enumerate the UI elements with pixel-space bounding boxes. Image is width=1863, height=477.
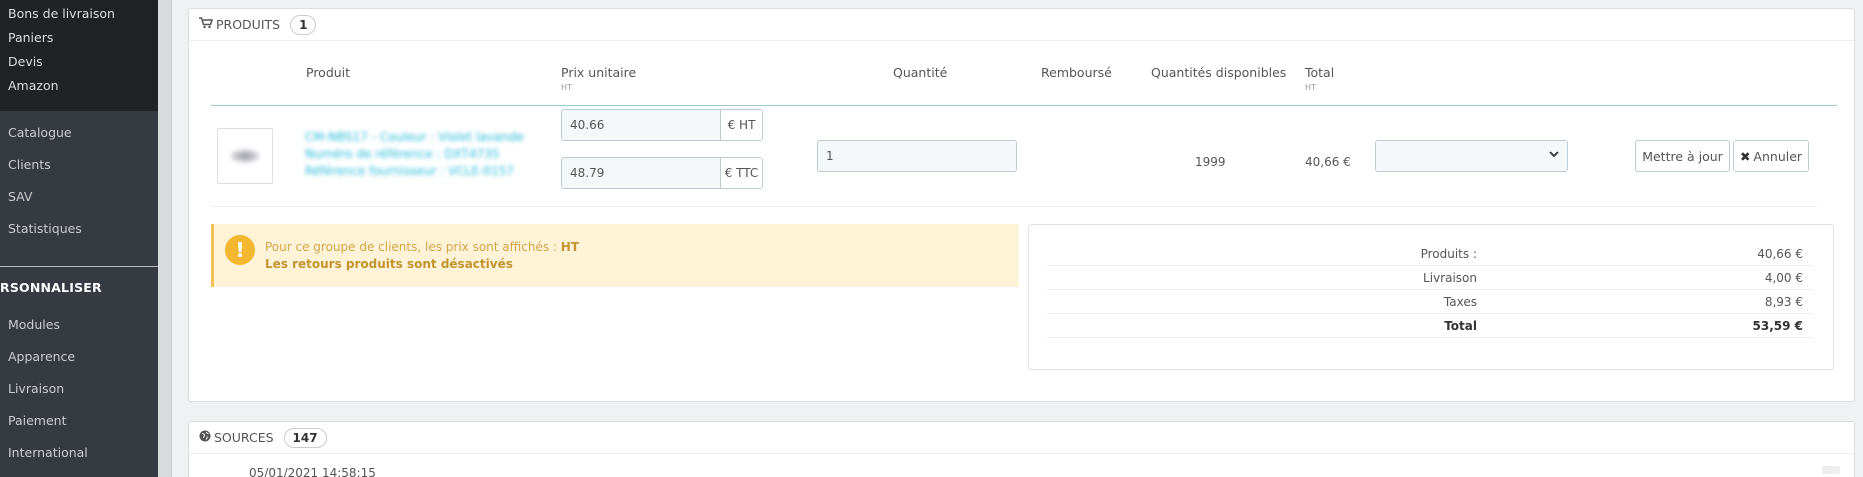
sidebar-orders-submenu: Bons de livraison Paniers Devis Amazon [0, 0, 158, 111]
close-icon: ✖ [1739, 148, 1751, 164]
column-header-total-label: Total [1305, 65, 1335, 80]
column-header-total: Total HT [1305, 65, 1334, 92]
totals-label-taxes: Taxes [1443, 295, 1477, 309]
sidebar-item-statistiques[interactable]: Statistiques [0, 213, 158, 245]
column-header-product: Produit [306, 65, 351, 80]
warning-line-prices-text: Pour ce groupe de clients, les prix sont… [265, 240, 557, 254]
sidebar-item-paiement[interactable]: Paiement [0, 405, 158, 437]
sidebar-item-devis[interactable]: Devis [0, 54, 158, 78]
row-divider [211, 206, 1817, 207]
product-supplier-reference: Référence fournisseur : VCLE-0157 [305, 164, 514, 178]
sidebar-group-customize: Modules Apparence Livraison Paiement Int… [0, 309, 158, 469]
sidebar-item-catalogue[interactable]: Catalogue [0, 117, 158, 149]
price-ht-group: € HT [561, 109, 763, 141]
warning-icon: ! [225, 235, 255, 265]
totals-value-shipping: 4,00 € [1764, 271, 1803, 285]
sidebar-item-amazon[interactable]: Amazon [0, 78, 158, 102]
sidebar-section-title: RSONNALISER [0, 280, 102, 295]
order-totals: Produits : 40,66 € Livraison 4,00 € Taxe… [1028, 224, 1834, 370]
price-ttc-addon: € TTC [720, 158, 762, 188]
warning-line-returns: Les retours produits sont désactivés [265, 257, 513, 271]
sidebar-item-apparence[interactable]: Apparence [0, 341, 158, 373]
sidebar: Bons de livraison Paniers Devis Amazon C… [0, 0, 158, 477]
sources-panel-heading: SOURCES 147 [189, 422, 1854, 454]
quantity-input[interactable] [817, 140, 1017, 172]
product-reference: Numéro de référence : DXT4735 [305, 147, 500, 161]
totals-value-taxes: 8,93 € [1764, 295, 1803, 309]
products-panel-heading: PRODUITS 1 [189, 9, 1854, 41]
product-link[interactable]: CM-NBS17 - Couleur : Violet lavande Numé… [305, 129, 524, 180]
price-ht-input[interactable] [562, 110, 720, 140]
column-header-refunded: Remboursé [1041, 65, 1112, 80]
price-ttc-input[interactable] [562, 158, 720, 188]
column-header-total-sub: HT [1305, 83, 1316, 92]
products-panel: PRODUITS 1 Produit Prix unitaire HT Quan… [188, 8, 1855, 402]
chevron-down-icon [1549, 149, 1559, 162]
totals-label-shipping: Livraison [1423, 271, 1477, 285]
sidebar-item-livraison[interactable]: Livraison [0, 373, 158, 405]
sources-panel: SOURCES 147 05/01/2021 14:58:15 [188, 421, 1855, 477]
totals-label-products: Produits : [1420, 247, 1477, 261]
sidebar-item-clients[interactable]: Clients [0, 149, 158, 181]
column-header-unit-price: Prix unitaire HT [561, 65, 636, 92]
column-header-unit-price-label: Prix unitaire [561, 65, 637, 80]
column-header-available: Quantités disponibles [1151, 65, 1287, 80]
sidebar-item-bons-de-livraison[interactable]: Bons de livraison [0, 6, 158, 30]
column-header-quantity: Quantité [893, 65, 948, 80]
cancel-button[interactable]: ✖ Annuler [1733, 140, 1809, 172]
price-ht-addon: € HT [720, 110, 762, 140]
row-total: 40,66 € [1305, 155, 1351, 169]
totals-row-total: Total 53,59 € [1047, 314, 1813, 338]
totals-row-shipping: Livraison 4,00 € [1047, 266, 1813, 290]
sidebar-item-paniers[interactable]: Paniers [0, 30, 158, 54]
column-header-unit-price-sub: HT [561, 83, 572, 92]
totals-label-total: Total [1444, 319, 1477, 333]
products-count-badge: 1 [290, 14, 317, 35]
sources-panel-title: SOURCES [214, 430, 274, 445]
cancel-button-label: Annuler [1753, 148, 1803, 164]
shopping-cart-icon [199, 17, 214, 32]
source-row-action[interactable] [1822, 466, 1840, 474]
sidebar-item-modules[interactable]: Modules [0, 309, 158, 341]
sidebar-item-international[interactable]: International [0, 437, 158, 469]
price-ttc-group: € TTC [561, 157, 763, 189]
products-panel-title: PRODUITS [216, 17, 281, 32]
product-thumbnail[interactable] [217, 128, 273, 184]
source-row-date: 05/01/2021 14:58:15 [249, 466, 376, 477]
sidebar-group-main: Catalogue Clients SAV Statistiques [0, 111, 158, 245]
sidebar-scrollbar[interactable] [158, 0, 172, 477]
sidebar-item-sav[interactable]: SAV [0, 181, 158, 213]
totals-row-taxes: Taxes 8,93 € [1047, 290, 1813, 314]
customer-group-warning: ! Pour ce groupe de clients, les prix so… [211, 224, 1019, 287]
totals-value-products: 40,66 € [1757, 247, 1803, 261]
totals-value-total: 53,59 € [1752, 319, 1803, 333]
warning-line-prices: Pour ce groupe de clients, les prix sont… [265, 240, 579, 254]
sources-count-badge: 147 [283, 427, 327, 448]
globe-icon [199, 430, 211, 445]
update-button[interactable]: Mettre à jour [1635, 140, 1730, 172]
totals-row-products: Produits : 40,66 € [1047, 242, 1813, 266]
table-header-divider [211, 105, 1837, 106]
warning-line-prices-strong: HT [560, 240, 580, 254]
available-quantity: 1999 [1195, 155, 1226, 169]
product-name: CM-NBS17 - Couleur : Violet lavande [305, 130, 524, 144]
warehouse-select[interactable] [1375, 140, 1568, 172]
